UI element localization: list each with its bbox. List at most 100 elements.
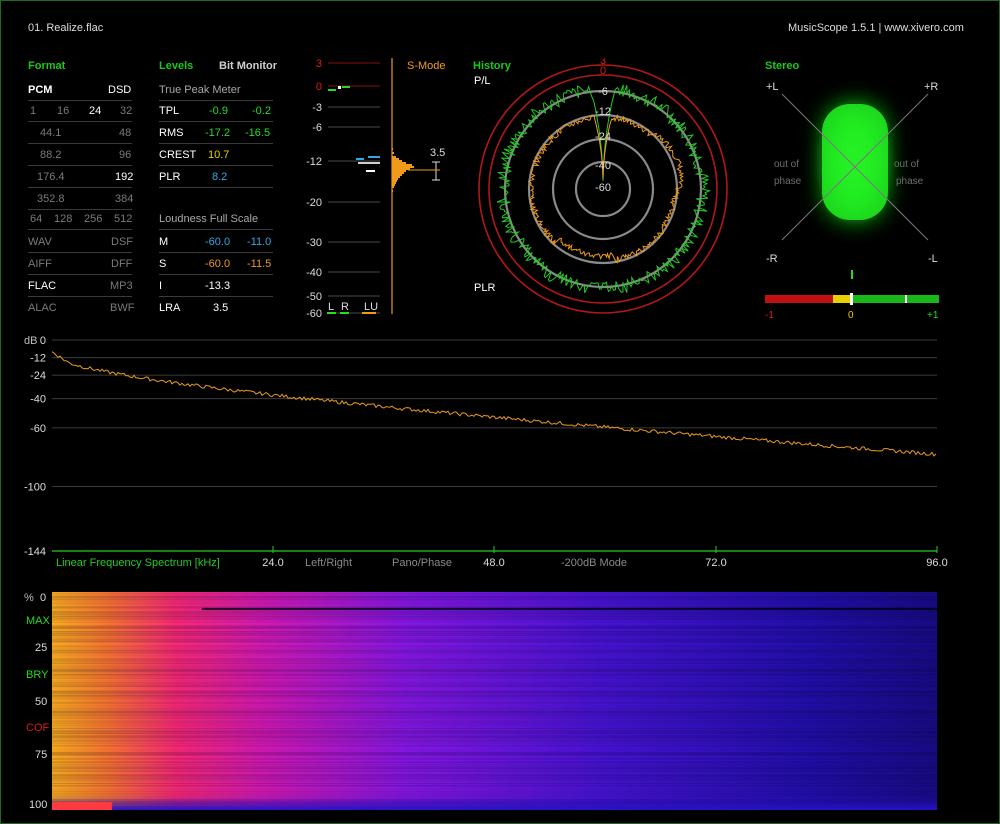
plr-value: 8.2 <box>212 171 228 183</box>
right-peak-mark <box>342 86 350 88</box>
history-ring-label: -12 <box>595 106 611 118</box>
app-title: MusicScope 1.5.1 | www.xivero.com <box>788 22 964 34</box>
corr-bar-positive <box>851 295 939 303</box>
histogram-bin <box>392 184 395 186</box>
container-flac: FLAC <box>28 280 57 292</box>
levels-divider <box>159 100 273 101</box>
bit-depth-24: 24 <box>89 105 102 117</box>
spectrum-x-tick: 96.0 <box>926 557 947 569</box>
short-term-right: -11.5 <box>247 258 272 270</box>
right-rms-mark <box>368 156 380 158</box>
history-ring-label: 0 <box>600 65 606 77</box>
right-channel-label: R <box>341 301 349 313</box>
levels-divider <box>159 187 273 188</box>
container-dsf: DSF <box>111 236 133 248</box>
histogram-bin <box>392 186 394 188</box>
levels-divider <box>159 143 273 144</box>
stereo-goniometer: +L +R -R -L out of phase out of phase -1… <box>765 81 939 321</box>
rms-label: RMS <box>159 127 184 139</box>
plus-right-label: +R <box>924 81 938 93</box>
bit-monitor-button[interactable]: Bit Monitor <box>219 60 277 72</box>
history-ring-label: -24 <box>595 131 611 143</box>
lra-label: LRA <box>159 302 181 314</box>
mode-pano-phase[interactable]: Pano/Phase <box>392 557 452 569</box>
rate-384: 384 <box>115 193 134 205</box>
format-divider <box>28 209 132 210</box>
container-aiff: AIFF <box>28 258 52 270</box>
brightness-marker: BRY <box>26 669 49 681</box>
corr-peak <box>905 295 907 303</box>
corr-bar-negative <box>765 295 833 303</box>
tpl-right: -0.2 <box>252 105 271 117</box>
corr-minus-one: -1 <box>765 310 774 321</box>
levels-divider <box>159 229 273 230</box>
short-term-left: -60.0 <box>205 258 231 270</box>
dsd-64: 64 <box>30 213 43 225</box>
spectrum-y-tick: -12 <box>30 353 46 365</box>
history-ring-label: -60 <box>595 182 611 194</box>
format-divider <box>28 229 132 230</box>
histogram-bin <box>392 162 406 164</box>
corr-zero: 0 <box>848 310 854 321</box>
histogram-bin <box>392 180 397 182</box>
left-peak-hold <box>338 86 341 89</box>
spectrum-y-tick: 0 <box>40 335 46 347</box>
sgram-tick-0: 0 <box>40 592 47 604</box>
corr-plus-one: +1 <box>927 310 939 321</box>
spectrum-grid: 0 -12 -24 -40 -60 -100 -144 <box>24 335 937 558</box>
spectrum-y-tick: -40 <box>30 394 46 406</box>
sgram-tick-50: 50 <box>35 696 48 708</box>
mode-200db[interactable]: -200dB Mode <box>561 557 627 569</box>
rate-48: 48 <box>119 127 132 139</box>
left-channel-label: L <box>328 301 334 313</box>
spectrum-x-tick: 24.0 <box>262 557 283 569</box>
spectrum-y-tick: -60 <box>30 423 46 435</box>
max-marker: MAX <box>26 615 50 627</box>
histogram-bin <box>392 190 393 192</box>
tpl-label: TPL <box>159 105 180 117</box>
rms-left: -17.2 <box>205 127 231 139</box>
sgram-tick-75: 75 <box>35 749 48 761</box>
format-divider <box>28 143 132 144</box>
meter-tick-label: -12 <box>306 156 322 168</box>
right-bar-base <box>340 312 349 314</box>
meter-tick-label: -40 <box>306 267 322 279</box>
histogram-bin <box>392 156 396 158</box>
levels-divider <box>159 165 273 166</box>
format-title: Format <box>28 60 66 72</box>
container-wav: WAV <box>28 236 52 248</box>
histogram-bin <box>392 178 398 180</box>
rate-192: 192 <box>115 171 134 183</box>
momentary-left: -60.0 <box>205 236 231 248</box>
format-divider <box>28 252 132 253</box>
levels-divider <box>159 252 273 253</box>
rate-352: 352.8 <box>37 193 65 205</box>
corr-bar-mid <box>833 295 851 303</box>
histogram-bin <box>392 176 400 178</box>
rms-right: -16.5 <box>245 127 271 139</box>
meter-tick-label: 0 <box>316 81 322 93</box>
spectrum-y-tick: -100 <box>24 482 46 494</box>
out-of-phase-right: out of <box>894 159 919 170</box>
corr-indicator <box>850 293 853 305</box>
container-dff: DFF <box>111 258 133 270</box>
left-rms-mark <box>356 158 364 160</box>
out-of-phase-right-2: phase <box>896 176 924 187</box>
mode-left-right[interactable]: Left/Right <box>305 557 352 569</box>
histogram-bin <box>392 160 402 162</box>
lra-low-mark <box>366 170 375 172</box>
lra-bracket-icon <box>408 161 440 181</box>
db-unit: dB <box>24 335 37 347</box>
s-mode-label[interactable]: S-Mode <box>407 60 446 72</box>
stereo-cloud-core <box>822 104 888 220</box>
meter-tick-label: -50 <box>306 291 322 303</box>
spectrum-trace <box>51 351 937 457</box>
correlation-marker-icon <box>851 270 853 279</box>
format-divider <box>28 274 132 275</box>
loudness-label: Loudness Full Scale <box>159 213 259 225</box>
bit-depth-1: 1 <box>30 105 37 117</box>
bit-depth-16: 16 <box>57 105 70 117</box>
levels-divider <box>159 296 273 297</box>
plr-label: PLR <box>159 171 181 183</box>
container-mp3: MP3 <box>110 280 133 292</box>
